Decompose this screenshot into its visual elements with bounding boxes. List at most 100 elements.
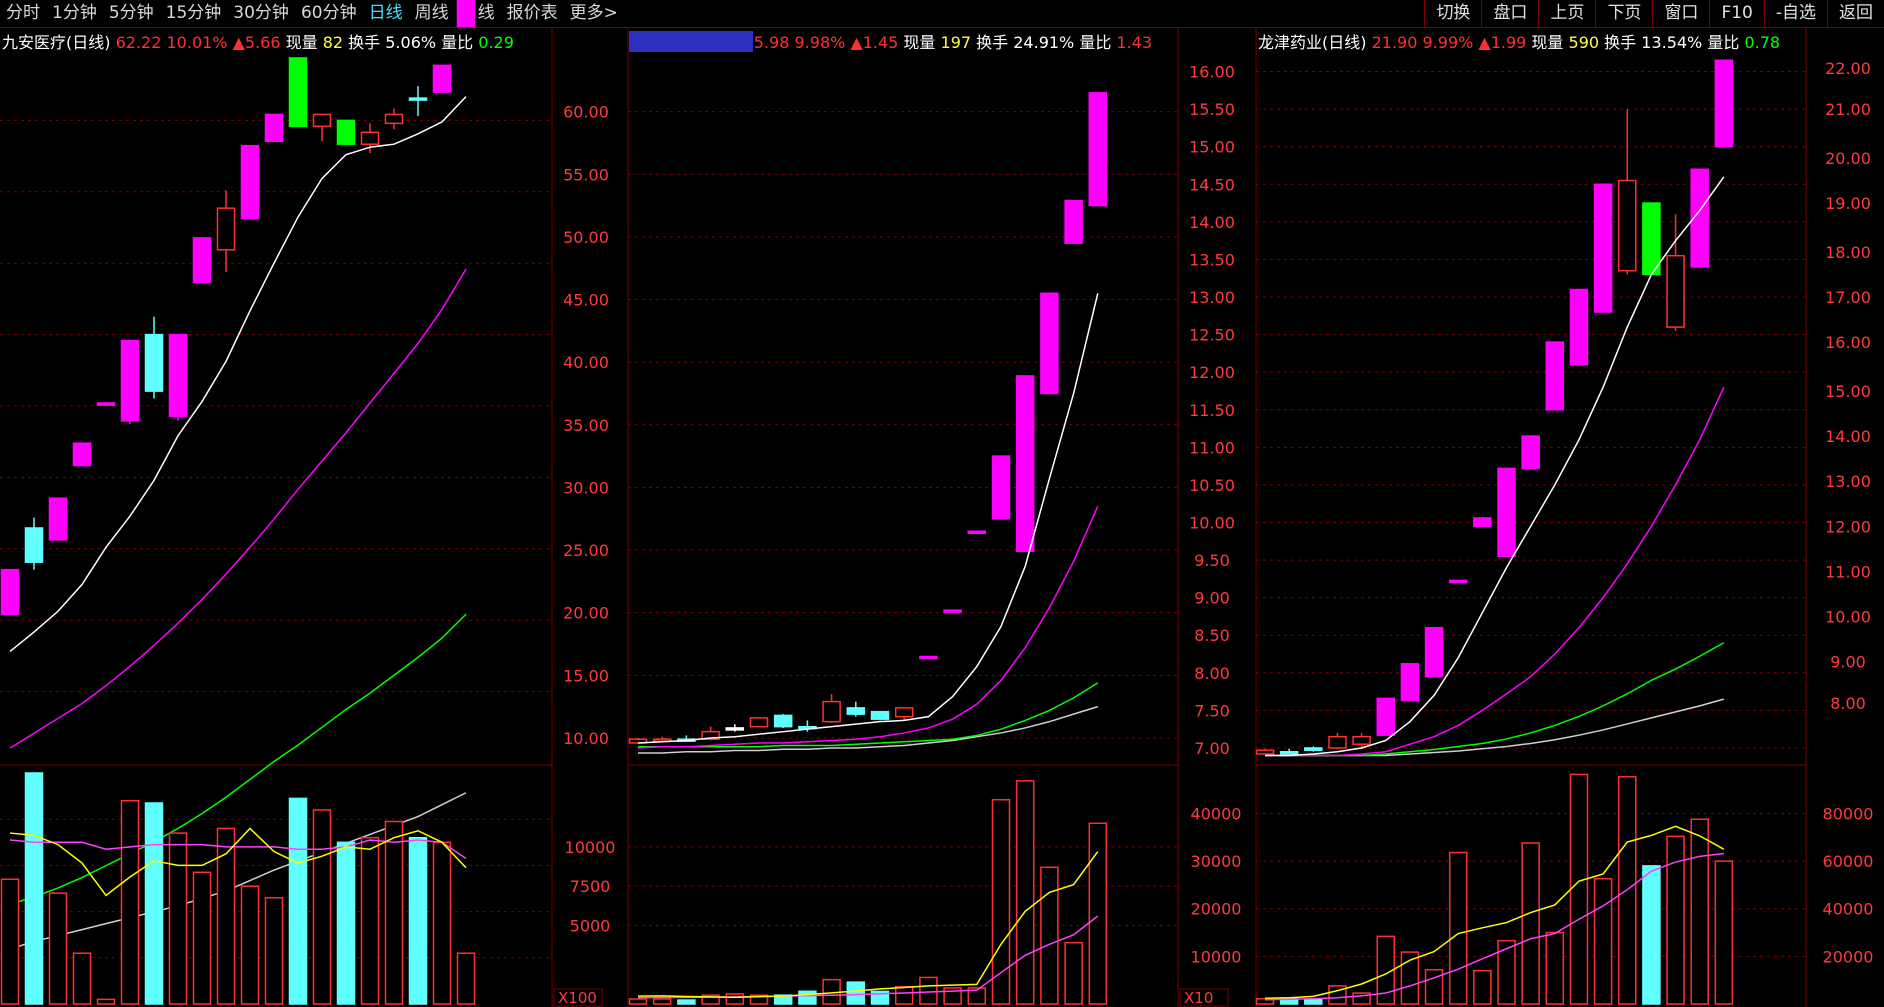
panel-1-volume-bar <box>120 799 140 1005</box>
panel-1-volume-bar <box>456 952 476 1005</box>
panel-2-volume-bar <box>894 985 914 1005</box>
multi-stock-chart-area: 九安医疗(日线) 62.22 10.01% ▲5.66 现量 82 换手 5.0… <box>0 0 1874 1007</box>
panel-1-candle-body <box>144 333 164 392</box>
panel-2-volume-bar <box>1064 941 1083 1005</box>
panel-3-y-tick-label-right: 9.00 <box>1830 653 1866 672</box>
panel-1-volume-bar <box>432 841 452 1005</box>
panel-2-header-vol-label: 现量 <box>898 33 935 52</box>
panel-1-candle-body <box>264 113 284 142</box>
panel-3-candle-body <box>1255 749 1275 755</box>
panel-3-header-price: 21.90 <box>1367 33 1418 52</box>
panel-3-volume-bar <box>1497 939 1516 1005</box>
panel-3-vol-unit-label: X10 <box>1184 989 1213 1007</box>
panel-1-volume-bar <box>48 892 68 1005</box>
panel-3-candle-body <box>1448 579 1468 584</box>
panel-1-candle-body <box>72 442 92 467</box>
panel-3-candle-body <box>1714 59 1734 148</box>
panel-1-volume-bar <box>288 797 308 1005</box>
panel-2-y-tick-label: 60.00 <box>563 103 609 122</box>
panel-3-volume-bar <box>1569 773 1589 1005</box>
panel-3-y-tick-label: 11.50 <box>1189 401 1235 420</box>
panel-2-candle-body <box>846 707 866 715</box>
panel-3-y-tick-label: 11.00 <box>1189 438 1235 457</box>
panel-1-candle-body <box>192 237 212 284</box>
panel-3-candle-body <box>1304 747 1323 751</box>
panel-1-candle-body <box>288 57 308 128</box>
panel-1-volume-bar <box>24 772 44 1005</box>
panel-2-header-vol-ratio: 1.43 <box>1111 33 1152 52</box>
panel-3-header-vol-ratio: 0.78 <box>1739 33 1780 52</box>
panel-3-header-turn-label: 换手 <box>1599 33 1636 52</box>
panel-1-header-vol-label: 现量 <box>281 33 318 52</box>
panel-2-header-pct: 9.98% <box>789 33 845 52</box>
panel-2-volume-bar <box>919 976 938 1005</box>
panel-2-vol-unit-label: X100 <box>558 989 597 1007</box>
panel-3-candle-body <box>1666 254 1685 328</box>
panel-3-y-tick-label-right: 14.00 <box>1825 427 1871 446</box>
panel-3-y-tick-label-right: 22.00 <box>1825 59 1871 78</box>
panel-1-header-period: (日线) <box>66 33 111 52</box>
panel-3-y-tick-label: 12.00 <box>1189 363 1235 382</box>
panel-3-vol-tick-label: 10000 <box>1191 947 1242 966</box>
panel-3-candle-body <box>1424 626 1444 678</box>
panel-3-volume-bar <box>1521 842 1540 1005</box>
panel-1-volume-bar <box>144 802 164 1005</box>
panel-3-y-tick-label: 16.00 <box>1189 63 1235 82</box>
panel-2-header-turnover: 24.91% <box>1008 33 1074 52</box>
panel-3-y-tick-label: 10.50 <box>1189 476 1235 495</box>
panel-2-candle-body <box>919 655 938 660</box>
panel-2-candle-body <box>725 727 745 731</box>
panel-1-candle-body <box>432 64 452 93</box>
panel-3-y-tick-label: 7.00 <box>1194 739 1230 758</box>
panel-2-y-tick-label: 45.00 <box>563 291 609 310</box>
panel-2-candle-body <box>773 714 793 728</box>
panel-3-candle-body <box>1521 435 1540 470</box>
panel-3-y-tick-label: 13.50 <box>1189 250 1235 269</box>
panel-1-volume-bar <box>336 841 356 1005</box>
panel-1-candle-body <box>336 119 356 145</box>
panel-3-y-tick-label: 15.50 <box>1189 100 1235 119</box>
panel-2-header-highlight <box>629 31 753 52</box>
panel-1-volume-bar <box>360 836 380 1005</box>
panel-3-ma10-line <box>1265 386 1725 757</box>
panel-3-candle-body <box>1473 517 1492 528</box>
panel-2-candle-body <box>894 707 914 718</box>
panel-1-candle-body <box>384 113 404 125</box>
panel-2-volume-bar <box>628 998 648 1005</box>
panel-1-volume-bar <box>216 827 236 1005</box>
panel-2-candle-body <box>822 700 841 723</box>
panel-1-volume-bar <box>264 896 284 1005</box>
panel-3-volume-bar <box>1473 969 1492 1005</box>
panel-1-header-price: 62.22 <box>111 33 162 52</box>
panel-3-y-tick-label-right: 8.00 <box>1830 694 1866 713</box>
panel-1-header: 九安医疗(日线) 62.22 10.01% ▲5.66 现量 82 换手 5.0… <box>2 33 514 52</box>
panel-2-volume-bar <box>725 993 745 1005</box>
panel-3-y-tick-label-right: 17.00 <box>1825 288 1871 307</box>
panel-2-vol-tick-label: 10000 <box>565 838 616 857</box>
panel-1-header-turnover: 5.06% <box>380 33 436 52</box>
panel-3-y-tick-label: 9.00 <box>1194 589 1230 608</box>
panel-2-y-tick-label: 30.00 <box>563 478 609 497</box>
panel-3-header-ratio-label: 量比 <box>1702 33 1739 52</box>
panel-2-y-tick-label: 20.00 <box>563 604 609 623</box>
panel-2-candle-body <box>1064 199 1083 244</box>
panel-1-candle-body <box>0 568 20 615</box>
panel-2-volume-bar <box>846 981 866 1005</box>
panel-2-volume-bar <box>798 990 817 1005</box>
panel-1-candle-body <box>360 131 380 145</box>
panel-3-volume-bar <box>1424 968 1444 1005</box>
panel-3-y-tick-label: 8.50 <box>1194 626 1230 645</box>
panel-1-candle-body <box>312 113 332 128</box>
panel-1-candle-body <box>456 0 476 28</box>
panel-1-volume-bar <box>168 832 188 1005</box>
panel-3-vol-tick-label-right: 60000 <box>1823 852 1874 871</box>
panel-1-volume-bar <box>408 836 428 1005</box>
panel-3-candle-body <box>1497 467 1516 558</box>
panel-2-candle-body <box>1015 375 1035 553</box>
panel-1-candle-body <box>240 144 260 220</box>
panel-1-volume-bar <box>0 878 20 1005</box>
panel-3-y-tick-label-right: 12.00 <box>1825 517 1871 536</box>
panel-2-vol-tick-label: 5000 <box>570 916 611 935</box>
panel-2-volume-bar <box>1015 780 1035 1005</box>
panel-3-y-tick-label-right: 10.00 <box>1825 607 1871 626</box>
